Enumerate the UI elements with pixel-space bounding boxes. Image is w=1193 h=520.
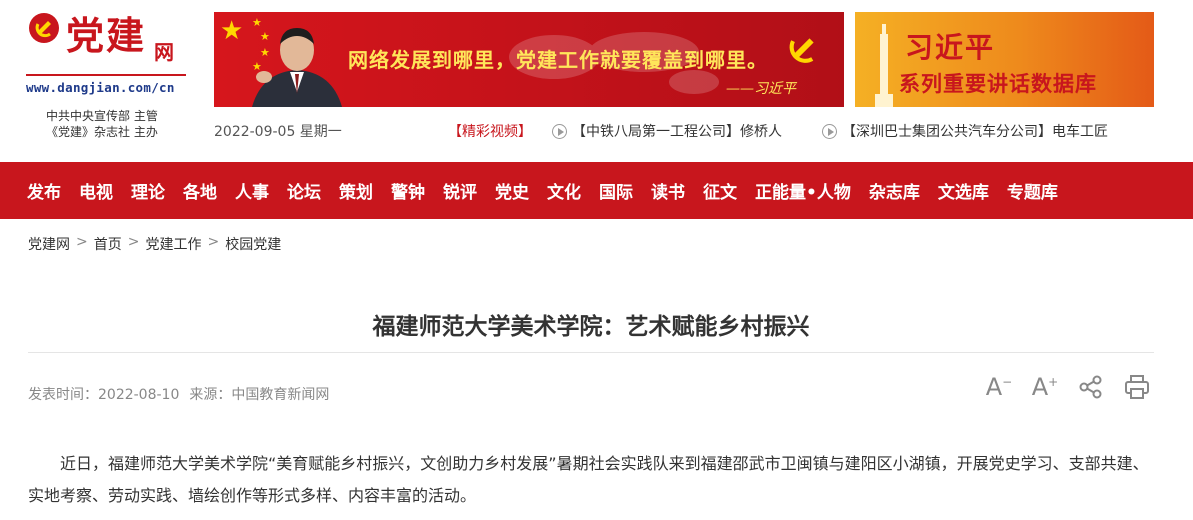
share-button[interactable] [1076,372,1106,402]
nav-item-lilun[interactable]: 理论 [122,178,174,203]
nav-item-renshi[interactable]: 人事 [226,178,278,203]
nav-item-dangshi[interactable]: 党史 [486,178,538,203]
current-date: 2022-09-05 星期一 [214,124,342,140]
logo-url: www.dangjian.com/cn [26,80,175,95]
site-header: 党建 网 www.dangjian.com/cn 中共中央宣传部 主管 《党建》… [0,0,1193,162]
nav-item-luntan[interactable]: 论坛 [278,178,330,203]
share-icon [1079,375,1102,399]
banner2-subtitle: 系列重要讲话数据库 [899,71,1097,96]
logo-org-line2: 《党建》杂志社 主办 [46,125,158,139]
banner2-title: 习近平 [905,31,996,64]
publish-label: 发表时间： [28,387,98,403]
breadcrumb-item[interactable]: 党建工作 [145,234,201,254]
breadcrumb: 党建网 > 首页 > 党建工作 > 校园党建 [28,234,281,254]
font-increase-icon: A+ [1031,373,1059,401]
nav-item-wenxuanku[interactable]: 文选库 [929,178,998,203]
article-paragraph: 近日，福建师范大学美术学院“美育赋能乡村振兴，文创助力乡村发展”暑期社会实践队来… [28,454,1149,505]
nav-item-dushu[interactable]: 读书 [642,178,694,203]
video-title: 【中铁八局第一工程公司】修桥人 [572,124,782,140]
nav-item-zazhiku[interactable]: 杂志库 [860,178,929,203]
banner-signature: ——习近平 [726,81,796,97]
star-icon: ★ [220,16,244,46]
video-link[interactable]: 【深圳巴士集团公共汽车分公司】电车工匠 [822,121,1108,141]
logo-text: 党建 [66,13,147,58]
party-emblem-icon [29,13,59,43]
video-link[interactable]: 【中铁八局第一工程公司】修桥人 [552,121,782,141]
article-title: 福建师范大学美术学院：艺术赋能乡村振兴 [372,314,810,340]
breadcrumb-item[interactable]: 党建网 [28,234,70,254]
banner-slogan: 网络发展到哪里，党建工作就要覆盖到哪里。 [348,48,768,72]
play-icon [552,123,567,139]
main-nav: 发布 电视 理论 各地 人事 论坛 策划 警钟 锐评 党史 文化 国际 读书 征… [0,162,1193,219]
slogan-banner[interactable]: ★ ★ ★ ★ ★ 网络发展到哪里，党建工作就要覆盖到哪里。 ——习近平 [214,12,844,107]
nav-item-fabu[interactable]: 发布 [18,178,70,203]
breadcrumb-separator: > [76,234,88,250]
source-label: 来源： [189,387,232,403]
font-decrease-icon: A− [985,373,1013,401]
nav-item-jingzhong[interactable]: 警钟 [382,178,434,203]
nav-item-guoji[interactable]: 国际 [590,178,642,203]
breadcrumb-item[interactable]: 首页 [94,234,122,254]
logo-divider [26,74,186,76]
publish-date: 2022-08-10 [98,387,180,403]
font-increase-button[interactable]: A+ [1030,372,1060,402]
leader-portrait [252,28,342,107]
speech-database-banner[interactable]: 习近平 系列重要讲话数据库 [855,12,1154,107]
nav-item-gedi[interactable]: 各地 [174,178,226,203]
nav-item-ruiping[interactable]: 锐评 [434,178,486,203]
hammer-sickle-icon [789,38,814,63]
breadcrumb-separator: > [207,234,220,250]
print-button[interactable] [1122,372,1152,402]
nav-item-zhengwen[interactable]: 征文 [694,178,746,203]
logo-sub: 网 [154,40,174,64]
nav-item-dianshi[interactable]: 电视 [70,178,122,203]
source-info: 来源：中国教育新闻网 [189,384,329,404]
breadcrumb-item[interactable]: 校园党建 [225,234,281,254]
nav-item-cehua[interactable]: 策划 [330,178,382,203]
font-decrease-button[interactable]: A− [984,372,1014,402]
print-icon [1125,375,1149,399]
play-icon [822,123,837,139]
publish-info: 发表时间：2022-08-10 [28,384,179,404]
nav-item-zhuantiku[interactable]: 专题库 [998,178,1067,203]
site-logo[interactable]: 党建 网 www.dangjian.com/cn 中共中央宣传部 主管 《党建》… [26,10,191,145]
nav-item-wenhua[interactable]: 文化 [538,178,590,203]
source-name: 中国教育新闻网 [231,387,330,403]
article-meta: 发表时间：2022-08-10 来源：中国教育新闻网 [28,384,329,404]
nav-item-zhengnengliang[interactable]: 正能量•人物 [746,178,860,203]
breadcrumb-separator: > [127,234,140,250]
monument-icon [875,24,893,107]
video-section-label[interactable]: 【精彩视频】 [448,121,532,141]
title-divider [28,352,1154,353]
logo-org-line1: 中共中央宣传部 主管 [46,109,158,123]
video-title: 【深圳巴士集团公共汽车分公司】电车工匠 [842,124,1108,140]
article-tools: A− A+ [984,372,1152,402]
